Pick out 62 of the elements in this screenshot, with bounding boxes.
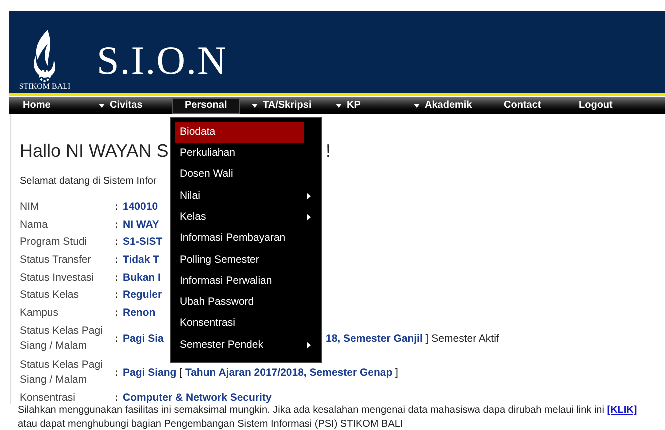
- submenu-arrow-icon: [307, 342, 311, 350]
- field-label: Status Transfer: [20, 253, 92, 268]
- colon: :: [115, 218, 120, 232]
- menu-item[interactable]: Biodata: [175, 122, 304, 144]
- caret-icon: [99, 104, 105, 108]
- caret-icon: [252, 104, 258, 108]
- field-label: Nama: [20, 218, 50, 233]
- field-value: Computer & Network Security: [123, 392, 272, 406]
- field-value: Renon: [123, 306, 156, 320]
- colon: :: [115, 392, 120, 406]
- menu-item[interactable]: Nilai: [175, 186, 317, 208]
- field-label: Status Investasi: [20, 270, 96, 286]
- menu-item[interactable]: Informasi Perwalian: [175, 271, 317, 292]
- field-value: Reguler: [123, 289, 162, 302]
- colon: :: [115, 306, 120, 320]
- colon: :: [115, 272, 120, 285]
- submenu-arrow-icon: [307, 193, 311, 200]
- menu-item[interactable]: Perkuliahan: [175, 143, 317, 165]
- field-label: Program Studi: [20, 235, 88, 250]
- menu-item[interactable]: Informasi Pembayaran: [175, 228, 317, 250]
- colon: :: [115, 366, 120, 380]
- field-value: 140010: [123, 201, 158, 214]
- nav-item[interactable]: Home: [9, 98, 65, 114]
- field-value: NI WAY: [123, 218, 160, 232]
- field-value: 18, Semester Ganjil ] Semester Aktif: [326, 332, 500, 346]
- field-value: S1-SIST: [123, 236, 163, 250]
- field-label: Status Kelas Pagi Siang / Malam: [20, 324, 104, 354]
- field-value: Bukan I: [123, 272, 161, 285]
- menu-item[interactable]: Polling Semester: [175, 250, 317, 272]
- info-paragraph: Silahkan menggunakan fasilitas ini semaksimal mungkin. Jika ada kesalahan mengenai data mahasiswa dapa dirubah melaui link ini [KLIK] atau dapat menghubungi bagian Pengembangan Sistem Informasi (PSI) STIKOM BALI: [18, 404, 638, 430]
- menu-item[interactable]: Ubah Password: [175, 292, 317, 314]
- nav-item[interactable]: Civitas: [85, 98, 157, 114]
- submenu-arrow-icon: [307, 214, 311, 222]
- menu-item[interactable]: Konsentrasi: [175, 314, 317, 335]
- menu-item[interactable]: Semester Pendek: [175, 334, 317, 356]
- nav-item[interactable]: Akademik: [400, 98, 486, 114]
- field-label: NIM: [20, 200, 40, 216]
- field-label: Kampus: [20, 306, 60, 321]
- field-label: Konsentrasi: [20, 391, 76, 406]
- colon: :: [115, 332, 120, 346]
- greeting-heading: !: [326, 140, 332, 162]
- field-label: Status Kelas: [20, 288, 80, 304]
- field-label: Status Kelas Pagi Siang / Malam: [20, 358, 104, 388]
- field-value: Pagi Siang [ Tahun Ajaran 2017/2018, Semester Genap ]: [123, 366, 398, 380]
- nav-item[interactable]: Logout: [565, 98, 627, 114]
- nav-item[interactable]: Contact: [490, 98, 556, 114]
- greeting-heading: Hallo NI WAYAN S: [20, 140, 170, 162]
- caret-icon: [414, 104, 420, 108]
- field-value: Tidak T: [123, 254, 160, 268]
- nav-item[interactable]: Personal: [172, 98, 240, 114]
- field-value: Pagi Sia: [123, 332, 164, 346]
- klik-link[interactable]: [KLIK]: [607, 405, 638, 416]
- welcome-text: Selamat datang di Sistem Infor: [20, 175, 157, 189]
- logo-text: STIKOM BALI: [19, 82, 71, 92]
- site-title: S.I.O.N: [97, 39, 228, 83]
- caret-icon: [336, 104, 342, 108]
- colon: :: [115, 289, 120, 302]
- colon: :: [115, 236, 120, 250]
- menu-item[interactable]: Kelas: [175, 207, 317, 228]
- colon: :: [115, 254, 120, 268]
- colon: :: [115, 201, 120, 214]
- menu-item[interactable]: Dosen Wali: [175, 164, 317, 186]
